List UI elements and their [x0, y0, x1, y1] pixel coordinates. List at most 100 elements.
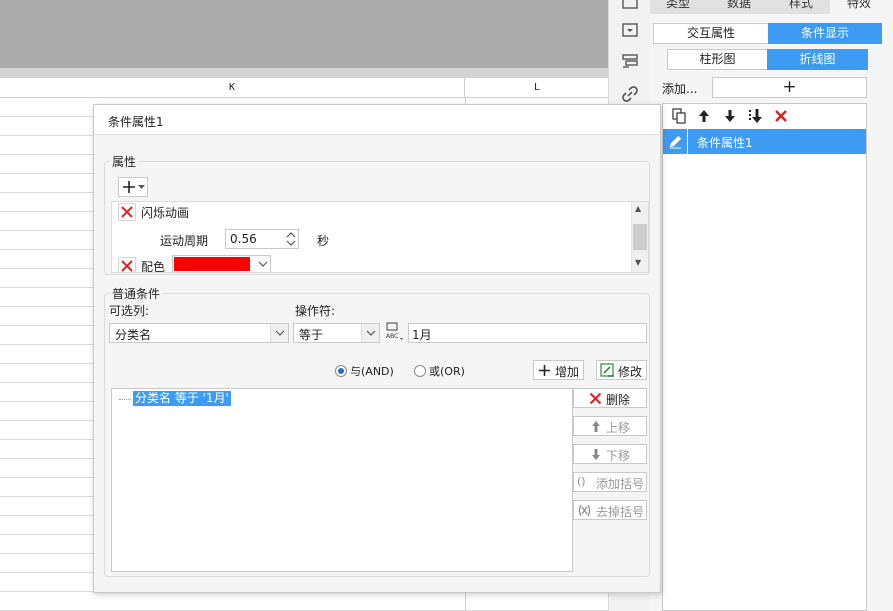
modify-icon — [600, 363, 614, 377]
radio-and-label[interactable]: 与(AND) — [350, 363, 394, 379]
arrow-down-icon — [592, 449, 600, 460]
value-type-button[interactable]: ABC — [384, 321, 406, 343]
radio-or-label[interactable]: 或(OR) — [429, 363, 465, 379]
color-swatch — [174, 257, 250, 271]
radio-and[interactable] — [335, 365, 347, 377]
scrollbar-thumb[interactable] — [633, 224, 647, 250]
delete-icon[interactable] — [773, 108, 789, 124]
move-up-label: 上移 — [606, 421, 631, 435]
condition-list: 条件属性1 — [662, 103, 867, 611]
move-down-icon[interactable] — [722, 108, 738, 124]
scroll-down-icon[interactable]: ▼ — [635, 258, 641, 267]
delete-icon — [121, 260, 133, 272]
pencil-icon[interactable] — [668, 134, 683, 149]
plus-icon — [539, 365, 550, 376]
chevron-down-icon — [138, 185, 145, 189]
arrow-up-icon — [592, 421, 600, 432]
dropdown-widget-icon[interactable] — [620, 20, 640, 40]
tab-line-chart[interactable]: 折线图 — [767, 49, 868, 70]
value-input[interactable]: 1月 — [408, 323, 647, 343]
tab-interaction-properties[interactable]: 交互属性 — [653, 23, 769, 44]
tab-effect[interactable]: 特效 — [847, 0, 871, 11]
condition-tree-item[interactable]: 分类名 等于 '1月' — [133, 391, 231, 406]
modify-condition-button[interactable]: 修改 — [596, 360, 647, 380]
delete-icon — [121, 206, 133, 218]
column-header-k[interactable]: K — [0, 78, 465, 98]
motion-period-value: 0.56 — [230, 232, 257, 246]
add-condition-label: 增加 — [555, 365, 580, 379]
add-condition-button[interactable]: 增加 — [533, 360, 584, 380]
property-panel: 类型 数据 样式 特效 交互属性 条件显示 柱形图 折线图 添加... + 条件… — [650, 0, 893, 611]
move-down-button[interactable]: 下移 — [573, 444, 647, 464]
canvas-gray-area — [0, 0, 608, 68]
condition-group-title: 普通条件 — [110, 285, 163, 302]
list-item[interactable]: 条件属性1 — [663, 129, 866, 154]
delete-icon — [589, 392, 602, 405]
condition-property-dialog: 条件属性1 属性 闪烁动画 运动周期 0.56 秒 配色 ▲ ▼ 普通条件 可选… — [93, 104, 661, 593]
widget-icon[interactable] — [620, 0, 640, 14]
tab-bar-chart[interactable]: 柱形图 — [667, 49, 768, 70]
dialog-title: 条件属性1 — [108, 115, 164, 129]
chevron-down-icon — [258, 261, 268, 267]
chevron-down-icon — [275, 330, 285, 336]
add-condition-button[interactable]: + — [712, 77, 867, 98]
move-down-label: 下移 — [606, 449, 631, 463]
tab-conditional-display[interactable]: 条件显示 — [768, 23, 882, 44]
value-input-text: 1月 — [412, 328, 432, 342]
property-blink-animation: 闪烁动画 — [141, 206, 190, 220]
add-bracket-label: 添加括号 — [596, 477, 645, 491]
tab-data[interactable]: 数据 — [727, 0, 751, 11]
delete-condition-label: 删除 — [606, 393, 631, 407]
copy-icon[interactable] — [671, 108, 687, 124]
column-header-row: K L — [0, 78, 608, 98]
remove-bracket-button[interactable]: 去掉括号 — [573, 500, 647, 520]
modify-condition-label: 修改 — [618, 365, 643, 379]
delete-property-button[interactable] — [118, 203, 136, 221]
property-color: 配色 — [141, 260, 166, 273]
condition-list-toolbar — [663, 104, 866, 128]
remove-bracket-icon — [578, 504, 591, 517]
horizontal-scroll-strip[interactable] — [0, 68, 608, 78]
list-item-edit-box — [663, 129, 688, 154]
chevron-down-icon — [366, 330, 376, 336]
tab-type[interactable]: 类型 — [666, 0, 690, 11]
abc-type-icon: ABC — [386, 322, 403, 340]
move-up-icon[interactable] — [696, 108, 712, 124]
operator-select[interactable]: 等于 — [293, 323, 380, 343]
layout-icon[interactable] — [620, 52, 640, 72]
radio-or[interactable] — [414, 365, 426, 377]
bracket-icon: () — [577, 475, 586, 488]
operator-select-value: 等于 — [299, 328, 324, 342]
add-property-button[interactable] — [118, 177, 148, 197]
condition-tree: 分类名 等于 '1月' — [111, 388, 573, 572]
list-item-label: 条件属性1 — [697, 136, 753, 150]
plus-icon — [123, 181, 135, 193]
properties-group-title: 属性 — [110, 153, 139, 170]
property-list: 闪烁动画 运动周期 0.56 秒 配色 ▲ ▼ — [111, 201, 649, 273]
top-tab-bar: 类型 数据 样式 特效 — [650, 0, 893, 14]
move-up-button[interactable]: 上移 — [573, 416, 647, 436]
tree-connector — [119, 399, 131, 400]
operator-label: 操作符: — [295, 304, 336, 318]
motion-period-unit: 秒 — [317, 234, 330, 248]
chevron-up-icon[interactable] — [285, 231, 297, 239]
move-bottom-icon[interactable] — [747, 108, 763, 124]
motion-period-label: 运动周期 — [160, 234, 209, 248]
delete-condition-button[interactable]: 删除 — [573, 388, 647, 408]
property-list-scrollbar[interactable]: ▲ ▼ — [631, 202, 648, 272]
dialog-title-bar[interactable]: 条件属性1 — [94, 105, 660, 135]
add-bracket-button[interactable]: () 添加括号 — [573, 472, 647, 492]
scroll-up-icon[interactable]: ▲ — [635, 204, 641, 213]
motion-period-stepper[interactable]: 0.56 — [225, 229, 299, 249]
tab-style[interactable]: 样式 — [789, 0, 813, 11]
delete-property-button[interactable] — [118, 257, 136, 272]
link-icon[interactable] — [620, 84, 640, 104]
chevron-down-icon[interactable] — [285, 239, 297, 247]
column-label: 可选列: — [109, 304, 150, 318]
operator-select-arrow — [361, 324, 379, 342]
column-select[interactable]: 分类名 — [109, 323, 289, 343]
remove-bracket-label: 去掉括号 — [596, 505, 645, 519]
add-condition-label: 添加... — [662, 82, 698, 96]
column-header-l[interactable]: L — [466, 78, 608, 98]
color-picker[interactable] — [172, 255, 271, 272]
